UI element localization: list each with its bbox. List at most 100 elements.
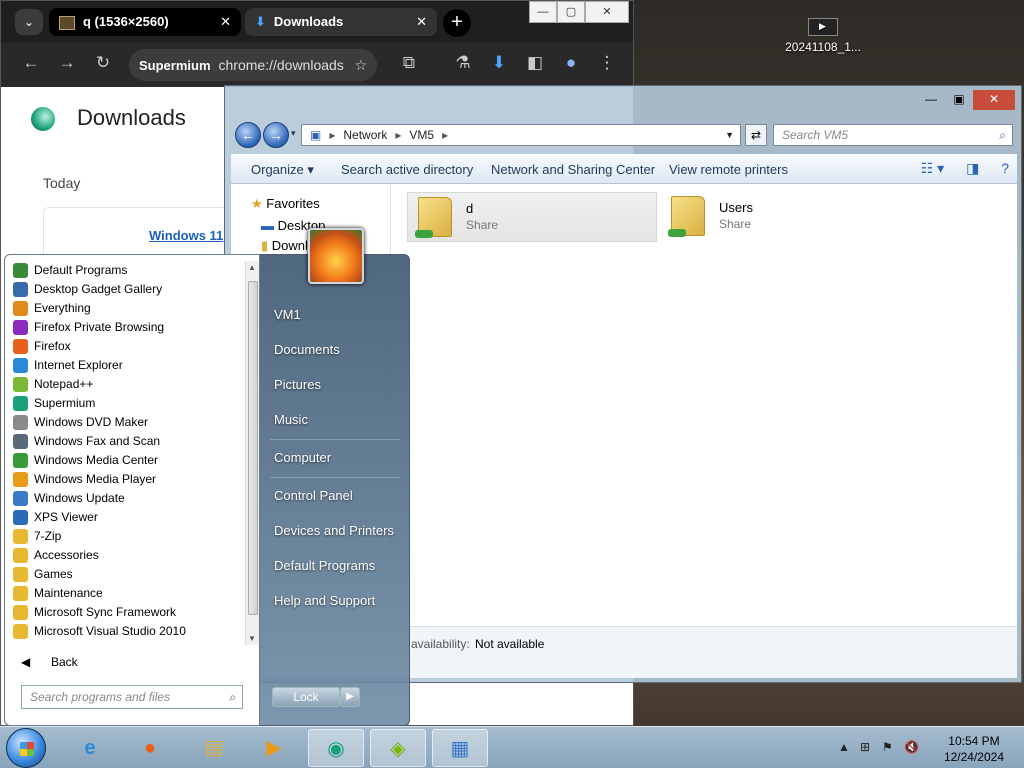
program-item[interactable]: Accessories bbox=[7, 546, 243, 565]
start-link-help-support[interactable]: Help and Support bbox=[274, 593, 375, 608]
start-link-devices-printers[interactable]: Devices and Printers bbox=[274, 523, 394, 538]
program-item[interactable]: Notepad++ bbox=[7, 375, 243, 394]
extensions-icon[interactable]: ⧉ bbox=[397, 53, 421, 73]
program-icon bbox=[13, 586, 28, 601]
program-item[interactable]: Windows Media Center bbox=[7, 451, 243, 470]
start-link-pictures[interactable]: Pictures bbox=[274, 377, 321, 392]
program-item[interactable]: Windows Update bbox=[7, 489, 243, 508]
firefox-taskbar-icon[interactable]: ● bbox=[122, 729, 178, 767]
tab-search-button[interactable]: ⌄ bbox=[15, 9, 43, 35]
program-item[interactable]: Firefox bbox=[7, 337, 243, 356]
search-placeholder: Search VM5 bbox=[782, 128, 849, 142]
download-link[interactable]: Windows 11 bbox=[149, 228, 223, 243]
program-item[interactable]: Windows Media Player bbox=[7, 470, 243, 489]
back-button[interactable]: ◀ Back bbox=[7, 651, 257, 673]
nvidia-taskbar-icon[interactable]: ◈ bbox=[370, 729, 426, 767]
search-active-directory-button[interactable]: Search active directory bbox=[341, 162, 473, 177]
close-button[interactable]: ✕ bbox=[973, 90, 1015, 110]
address-dropdown-icon[interactable]: ▼ bbox=[725, 125, 734, 145]
clock[interactable]: 10:54 PM 12/24/2024 bbox=[944, 733, 1004, 765]
close-tab-icon[interactable]: ✕ bbox=[220, 8, 231, 36]
start-link-documents[interactable]: Documents bbox=[274, 342, 340, 357]
program-item[interactable]: Internet Explorer bbox=[7, 356, 243, 375]
program-item[interactable]: 7-Zip bbox=[7, 527, 243, 546]
start-link-default-programs[interactable]: Default Programs bbox=[274, 558, 375, 573]
program-item[interactable]: Supermium bbox=[7, 394, 243, 413]
start-link-music[interactable]: Music bbox=[274, 412, 308, 427]
reload-icon[interactable]: ↻ bbox=[91, 53, 115, 73]
programs-scrollbar[interactable]: ▲ ▼ bbox=[245, 261, 259, 645]
program-item[interactable]: Desktop Gadget Gallery bbox=[7, 280, 243, 299]
menu-icon[interactable]: ⋮ bbox=[595, 53, 619, 73]
media-player-taskbar-icon[interactable]: ▶ bbox=[246, 729, 302, 767]
close-tab-icon[interactable]: ✕ bbox=[416, 8, 427, 36]
program-item[interactable]: Firefox Private Browsing bbox=[7, 318, 243, 337]
view-remote-printers-button[interactable]: View remote printers bbox=[669, 162, 788, 177]
start-link-user[interactable]: VM1 bbox=[274, 307, 301, 322]
back-icon[interactable]: ← bbox=[235, 122, 261, 148]
breadcrumb-vm5[interactable]: VM5 bbox=[409, 128, 434, 142]
share-folder-d[interactable]: d Share bbox=[407, 192, 657, 242]
program-item[interactable]: Windows Fax and Scan bbox=[7, 432, 243, 451]
program-item[interactable]: Maintenance bbox=[7, 584, 243, 603]
downloads-icon[interactable]: ⬇ bbox=[487, 53, 511, 73]
new-tab-button[interactable]: + bbox=[443, 9, 471, 37]
preview-pane-icon[interactable]: ◨ bbox=[966, 160, 979, 176]
program-item[interactable]: Microsoft Visual Studio 2010 bbox=[7, 622, 243, 641]
start-button[interactable] bbox=[6, 728, 46, 768]
program-item[interactable]: Games bbox=[7, 565, 243, 584]
start-search-input[interactable]: Search programs and files ⌕ bbox=[21, 685, 243, 709]
close-button[interactable]: ✕ bbox=[585, 1, 629, 23]
breadcrumb-network[interactable]: Network bbox=[343, 128, 387, 142]
program-item[interactable]: Microsoft Sync Framework bbox=[7, 603, 243, 622]
start-link-computer[interactable]: Computer bbox=[274, 450, 331, 465]
search-input[interactable]: Search VM5 ⌕ bbox=[773, 124, 1013, 146]
address-bar[interactable]: Supermium chrome://downloads ☆ bbox=[129, 49, 377, 81]
address-bar[interactable]: ▣ ▸ Network ▸ VM5 ▸ ▼ bbox=[301, 124, 741, 146]
tab-downloads[interactable]: ⬇ Downloads ✕ bbox=[245, 8, 437, 36]
minimize-button[interactable]: — bbox=[529, 1, 557, 23]
forward-icon[interactable]: → bbox=[55, 53, 79, 73]
show-hidden-icons[interactable]: ▲ bbox=[838, 740, 850, 754]
program-item[interactable]: Default Programs bbox=[7, 261, 243, 280]
profile-icon[interactable]: ● bbox=[559, 53, 583, 73]
volume-muted-icon[interactable]: 🔇 bbox=[904, 740, 919, 754]
back-icon[interactable]: ← bbox=[19, 53, 43, 73]
lock-button[interactable]: Lock bbox=[272, 687, 340, 707]
side-panel-icon[interactable]: ◧ bbox=[523, 53, 547, 73]
nav-favorites[interactable]: ★ Favorites bbox=[251, 196, 320, 212]
program-item[interactable]: XPS Viewer bbox=[7, 508, 243, 527]
program-item[interactable]: Windows DVD Maker bbox=[7, 413, 243, 432]
share-folder-users[interactable]: Users Share bbox=[661, 192, 911, 242]
bookmark-star-icon[interactable]: ☆ bbox=[354, 49, 367, 81]
minimize-button[interactable]: — bbox=[917, 90, 945, 110]
network-tray-icon[interactable]: ⊞ bbox=[860, 740, 870, 754]
organize-button[interactable]: Organize ▾ bbox=[251, 162, 314, 178]
tab-image[interactable]: q (1536×2560) ✕ bbox=[49, 8, 241, 36]
refresh-icon[interactable]: ⇄ bbox=[745, 124, 767, 146]
user-avatar[interactable] bbox=[308, 228, 364, 284]
help-icon[interactable]: ? bbox=[1001, 160, 1009, 176]
control-panel-taskbar-icon[interactable]: ▦ bbox=[432, 729, 488, 767]
file-explorer-taskbar-icon[interactable]: ▤ bbox=[186, 729, 242, 767]
recent-pages-icon[interactable]: ▾ bbox=[291, 128, 296, 139]
program-icon bbox=[13, 472, 28, 487]
shutdown-options-icon[interactable]: ▶ bbox=[340, 687, 360, 707]
network-sharing-center-button[interactable]: Network and Sharing Center bbox=[491, 162, 655, 177]
forward-icon[interactable]: → bbox=[263, 122, 289, 148]
start-link-control-panel[interactable]: Control Panel bbox=[274, 488, 353, 503]
supermium-taskbar-icon[interactable]: ◉ bbox=[308, 729, 364, 767]
change-view-icon[interactable]: ☷ ▾ bbox=[921, 160, 944, 176]
maximize-button[interactable]: ▣ bbox=[945, 90, 973, 110]
program-label: Windows Media Player bbox=[34, 472, 157, 486]
program-item[interactable]: Everything bbox=[7, 299, 243, 318]
scroll-down-icon[interactable]: ▼ bbox=[248, 634, 256, 643]
desktop-video-file[interactable]: 20241108_1... bbox=[778, 18, 868, 54]
maximize-button[interactable]: ▢ bbox=[557, 1, 585, 23]
scroll-thumb[interactable] bbox=[248, 281, 258, 615]
internet-explorer-taskbar-icon[interactable]: e bbox=[62, 729, 118, 767]
action-center-flag-icon[interactable]: ⚑ bbox=[882, 740, 893, 754]
labs-icon[interactable]: ⚗ bbox=[451, 53, 475, 73]
program-icon bbox=[13, 396, 28, 411]
scroll-up-icon[interactable]: ▲ bbox=[248, 263, 256, 272]
